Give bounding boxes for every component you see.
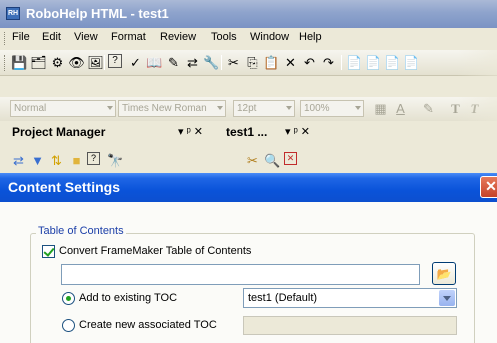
open-folder-icon: 📂 <box>436 266 452 281</box>
toolbar-grip[interactable] <box>4 32 6 45</box>
font-combo[interactable]: Times New Roman <box>118 100 226 117</box>
properties-icon[interactable]: 🔧 <box>203 54 220 71</box>
dialog-title-bar: Content Settings ✕ <box>0 173 497 202</box>
highlight-icon[interactable]: ✎ <box>420 100 437 117</box>
save-all-icon[interactable]: 🗂 <box>30 54 47 71</box>
project-manager-title: Project Manager <box>12 125 106 139</box>
delete-icon[interactable]: ✕ <box>282 54 299 71</box>
app-icon: RH <box>6 7 20 20</box>
toc-path-input[interactable] <box>61 264 420 285</box>
chevron-down-icon <box>286 106 292 110</box>
dialog-body: Table of Contents Convert FrameMaker Tab… <box>0 202 497 343</box>
thesaurus-icon[interactable]: 📖 <box>146 54 163 71</box>
preview-icon[interactable]: 🖼 <box>87 54 104 71</box>
browse-button[interactable]: 📂 <box>432 262 456 285</box>
italic-icon[interactable]: T <box>466 100 483 117</box>
new-toc-input <box>243 316 457 335</box>
menu-review[interactable]: Review <box>160 31 196 43</box>
folder-icon[interactable]: ■ <box>68 152 85 169</box>
font-color-icon[interactable]: A <box>392 100 409 117</box>
undo-icon[interactable]: ↶ <box>301 54 318 71</box>
convert-toc-checkbox[interactable] <box>42 245 55 258</box>
robohelp-window: RH RoboHelp HTML - test1 File Edit View … <box>0 0 497 343</box>
toolbar-separator <box>221 55 222 70</box>
paste-icon[interactable]: 📋 <box>263 54 280 71</box>
chevron-down-icon <box>217 106 223 110</box>
zoom-value: 100% <box>304 103 330 114</box>
redo-icon[interactable]: ↷ <box>320 54 337 71</box>
zoom-combo[interactable]: 100% <box>300 100 364 117</box>
menu-view[interactable]: View <box>74 31 98 43</box>
close-doc-icon[interactable]: ✕ <box>284 152 297 165</box>
menu-format[interactable]: Format <box>111 31 146 43</box>
filter-icon[interactable]: ▼ <box>29 152 46 169</box>
search-icon[interactable]: 🔍 <box>264 152 281 169</box>
bold-icon[interactable]: T <box>447 100 464 117</box>
create-new-toc-label[interactable]: Create new associated TOC <box>79 319 217 331</box>
new-index-icon[interactable]: 📄 <box>403 54 420 71</box>
compile-icon[interactable]: ⚙ <box>49 54 66 71</box>
size-value: 12pt <box>237 103 257 114</box>
edit-icon[interactable]: ✎ <box>165 54 182 71</box>
help-icon[interactable]: ? <box>87 152 100 165</box>
toolbar-separator <box>341 55 342 70</box>
tools-icon[interactable]: ✂ <box>244 152 261 169</box>
find-replace-icon[interactable]: ⇄ <box>184 54 201 71</box>
toc-group-label: Table of Contents <box>36 225 126 237</box>
topic-pane-controls[interactable]: ▾ ᵖ ✕ <box>285 125 310 138</box>
cut-icon[interactable]: ✂ <box>225 54 242 71</box>
sort-icon[interactable]: ⇅ <box>48 152 65 169</box>
standard-toolbar: 💾 🗂 ⚙ 👁 🖼? ✓ 📖 ✎ ⇄ 🔧 ✂ ⎘ 📋 ✕ ↶ ↷ 📄 📄 📄 📄 <box>0 50 497 76</box>
menu-edit[interactable]: Edit <box>42 31 61 43</box>
chevron-down-icon[interactable] <box>439 290 455 306</box>
menu-window[interactable]: Window <box>250 31 289 43</box>
menu-file[interactable]: File <box>12 31 30 43</box>
chevron-down-icon <box>107 106 113 110</box>
new-folder-icon[interactable]: 📄 <box>365 54 382 71</box>
add-existing-toc-label[interactable]: Add to existing TOC <box>79 292 177 304</box>
pane-header-row: Project Manager ▾ ᵖ ✕ test1 ... ▾ ᵖ ✕ <box>0 122 497 150</box>
style-value: Normal <box>14 103 47 114</box>
toolbar-separator <box>104 55 105 70</box>
view-icon[interactable]: 👁 <box>68 54 85 71</box>
menu-help[interactable]: Help <box>299 31 322 43</box>
add-existing-toc-radio[interactable] <box>62 292 75 305</box>
toolbar-area <box>0 77 497 97</box>
help-icon[interactable]: ? <box>108 54 122 68</box>
chevron-down-icon <box>355 106 361 110</box>
topic-pane-title[interactable]: test1 ... <box>226 125 267 145</box>
font-value: Times New Roman <box>122 103 207 114</box>
toc-select[interactable]: test1 (Default) <box>243 288 457 308</box>
dialog-title: Content Settings <box>8 179 120 195</box>
menu-tools[interactable]: Tools <box>211 31 237 43</box>
size-combo[interactable]: 12pt <box>233 100 295 117</box>
border-icon[interactable]: ▦ <box>372 100 389 117</box>
open-icon[interactable]: ⇄ <box>10 152 27 169</box>
toolbar-grip[interactable] <box>4 55 6 71</box>
close-button[interactable]: ✕ <box>480 176 497 198</box>
find-icon[interactable]: 🔭 <box>107 152 124 169</box>
save-icon[interactable]: 💾 <box>11 54 28 71</box>
pane-toolbar: ⇄ ▼ ⇅ ■ ? 🔭 ✂ 🔍 ✕ <box>0 150 497 172</box>
title-bar: RH RoboHelp HTML - test1 <box>0 0 497 28</box>
convert-toc-label[interactable]: Convert FrameMaker Table of Contents <box>59 245 251 257</box>
spellcheck-icon[interactable]: ✓ <box>127 54 144 71</box>
new-topic-icon[interactable]: 📄 <box>346 54 363 71</box>
menu-bar: File Edit View Format Review Tools Windo… <box>0 28 497 48</box>
format-toolbar: Normal Times New Roman 12pt 100% ▦ A ✎ T… <box>0 97 497 121</box>
window-title: RoboHelp HTML - test1 <box>26 6 169 21</box>
project-manager-controls[interactable]: ▾ ᵖ ✕ <box>178 125 203 138</box>
new-link-icon[interactable]: 📄 <box>384 54 401 71</box>
toc-select-value: test1 (Default) <box>248 292 318 304</box>
copy-icon[interactable]: ⎘ <box>244 54 261 71</box>
style-combo[interactable]: Normal <box>10 100 116 117</box>
create-new-toc-radio[interactable] <box>62 319 75 332</box>
